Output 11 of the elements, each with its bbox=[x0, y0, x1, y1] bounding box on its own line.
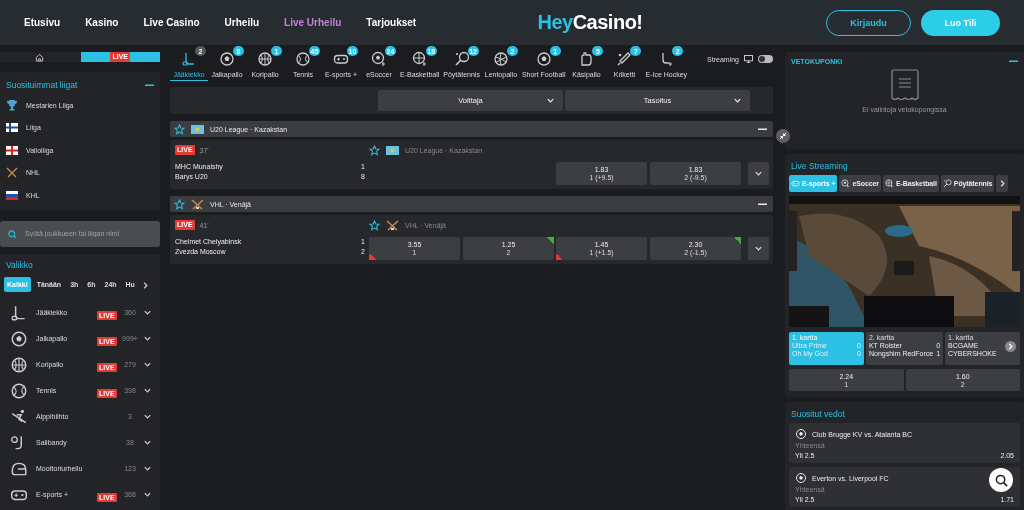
nav-link[interactable]: Live Casino bbox=[143, 17, 200, 28]
card-title: Live Streaming bbox=[791, 161, 848, 171]
logo[interactable]: HeyCasino! bbox=[537, 11, 643, 34]
nav-link[interactable]: Live Urheilu bbox=[284, 17, 342, 28]
card-title: Valikko bbox=[6, 259, 33, 270]
nav-link[interactable]: Etusivu bbox=[24, 17, 61, 28]
nav-link[interactable]: Urheilu bbox=[224, 17, 260, 28]
card-title: Suosituimmat liigat bbox=[6, 80, 78, 90]
card-title: Suositut vedot bbox=[791, 409, 845, 419]
nav-link[interactable]: Kasino bbox=[85, 17, 119, 28]
nav-link[interactable]: Tarjoukset bbox=[366, 17, 417, 28]
